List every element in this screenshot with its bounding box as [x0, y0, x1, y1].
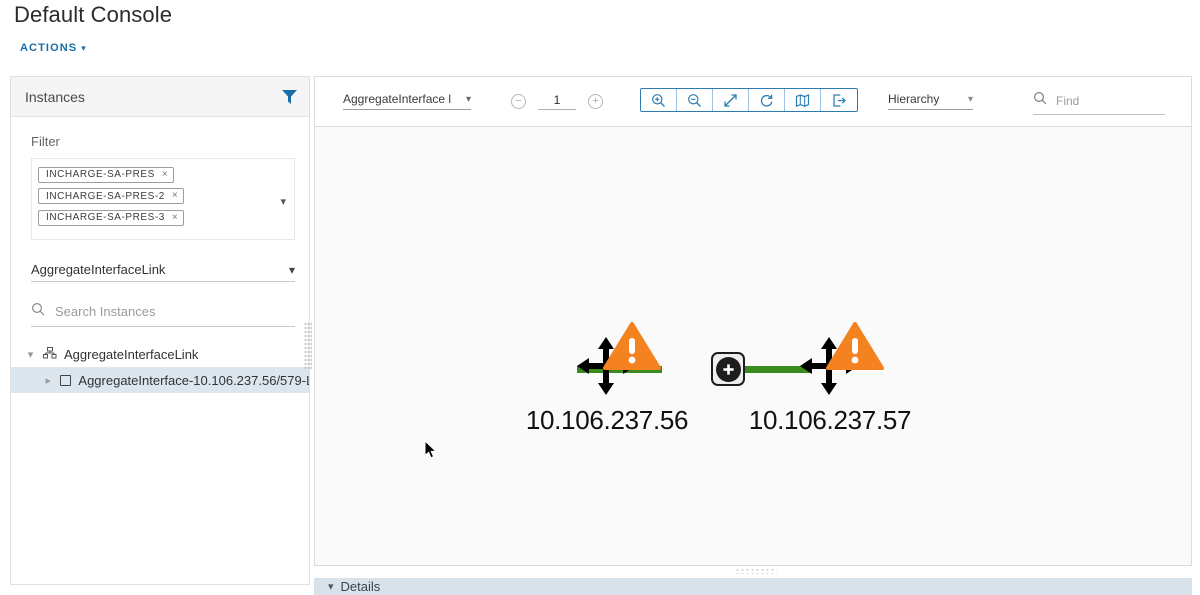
checkbox-icon[interactable] — [60, 374, 72, 386]
tree-row-label: AggregateInterfaceLink — [64, 346, 199, 362]
topology-canvas[interactable]: 10.106.237.56 10.106.237.57 — [315, 127, 1191, 565]
filter-chip[interactable]: INCHARGE-SA-PRES × — [38, 166, 175, 183]
details-panel-header[interactable]: ▾ Details — [314, 578, 1192, 595]
move-arrows-icon — [796, 337, 862, 403]
close-icon[interactable]: × — [162, 169, 168, 180]
export-icon[interactable] — [821, 89, 857, 111]
app-root: Default Console ACTIONS ▾ Instances Filt… — [0, 0, 1200, 595]
close-icon[interactable]: × — [172, 191, 178, 201]
instances-panel-title: Instances — [25, 88, 85, 105]
page-title: Default Console — [14, 2, 173, 27]
find-field[interactable] — [1033, 91, 1200, 115]
class-select-value: AggregateInterfaceLink — [31, 262, 166, 277]
chevron-down-icon: ▾ — [465, 93, 471, 105]
stepper-value[interactable]: 1 — [538, 93, 576, 110]
instances-panel: Instances Filter INCHARGE-SA-PRES × INCH… — [10, 76, 310, 585]
find-input[interactable] — [1054, 92, 1200, 109]
fit-to-screen-icon[interactable] — [713, 89, 749, 111]
chip-label: INCHARGE-SA-PRES-3 — [46, 212, 165, 223]
chip-label: INCHARGE-SA-PRES-2 — [46, 190, 165, 202]
search-icon — [31, 302, 45, 321]
chevron-right-icon[interactable]: ▸ — [43, 374, 53, 387]
plus-icon — [715, 356, 741, 382]
node-label: 10.106.237.57 — [748, 405, 912, 435]
toolbar-icon-group — [640, 88, 858, 112]
increment-button[interactable]: + — [588, 94, 603, 109]
tree-row[interactable]: ▸ AggregateInterface-10.106.237.56/579-L… — [11, 367, 309, 393]
layout-select-value: Hierarchy — [888, 92, 940, 106]
chevron-down-icon: ▾ — [288, 262, 295, 277]
search-instances-field[interactable] — [31, 302, 295, 327]
funnel-icon[interactable] — [282, 89, 297, 104]
tree-row[interactable]: ▾ AggregateInterfaceLink — [11, 341, 309, 367]
chevron-down-icon[interactable]: ▾ — [280, 195, 286, 208]
refresh-icon[interactable] — [749, 89, 785, 111]
chevron-down-icon: ▾ — [81, 42, 87, 53]
chevron-down-icon[interactable]: ▾ — [25, 348, 36, 361]
panel-resize-handle-horizontal[interactable] — [735, 568, 777, 574]
toolbar-class-filter-value: AggregateInterface l — [343, 92, 452, 106]
panel-resize-handle-vertical[interactable] — [304, 322, 312, 370]
move-arrows-icon — [573, 337, 639, 403]
topology-node[interactable]: 10.106.237.57 — [749, 322, 911, 435]
chevron-down-icon: ▾ — [967, 93, 973, 105]
instances-tree: ▾ AggregateInterfaceLink ▸ AggregateInte… — [11, 341, 309, 393]
warning-triangle-icon[interactable] — [603, 321, 661, 376]
chip-label: INCHARGE-SA-PRES — [46, 169, 155, 180]
hierarchy-icon — [43, 346, 57, 362]
class-select[interactable]: AggregateInterfaceLink ▾ — [31, 262, 295, 282]
details-label: Details — [340, 579, 381, 594]
link-expander-button[interactable] — [711, 352, 745, 386]
filter-chips-container: INCHARGE-SA-PRES × INCHARGE-SA-PRES-2 × … — [31, 158, 295, 240]
warning-triangle-icon[interactable] — [826, 321, 884, 376]
depth-stepper: − 1 + — [511, 93, 603, 110]
close-icon[interactable]: × — [172, 212, 178, 223]
filter-chip[interactable]: INCHARGE-SA-PRES-2 × — [38, 188, 185, 204]
chevron-down-icon[interactable]: ▾ — [328, 580, 334, 593]
actions-label: ACTIONS — [20, 42, 78, 54]
search-instances-input[interactable] — [53, 303, 295, 320]
layout-select[interactable]: Hierarchy ▾ — [888, 92, 973, 110]
topology-panel: AggregateInterface l ▾ − 1 + Hierarchy ▾… — [314, 76, 1200, 566]
zoom-out-icon[interactable] — [677, 89, 713, 111]
zoom-in-icon[interactable] — [641, 89, 677, 111]
instances-panel-header: Instances — [11, 77, 309, 117]
node-label: 10.106.237.56 — [525, 405, 689, 435]
topology-node[interactable]: 10.106.237.56 — [526, 322, 688, 435]
topology-toolbar: AggregateInterface l ▾ − 1 + Hierarchy ▾… — [315, 77, 1200, 127]
map-icon[interactable] — [785, 89, 821, 111]
search-icon — [1033, 91, 1047, 110]
actions-menu-button[interactable]: ACTIONS ▾ — [20, 42, 87, 54]
decrement-button[interactable]: − — [511, 94, 526, 109]
toolbar-class-filter-select[interactable]: AggregateInterface l ▾ — [343, 92, 471, 110]
filter-chip[interactable]: INCHARGE-SA-PRES-3 × — [38, 209, 185, 226]
mouse-pointer-icon — [424, 439, 438, 465]
filter-label: Filter — [31, 134, 60, 149]
tree-row-label: AggregateInterface-10.106.237.56/579-LA — [78, 372, 309, 388]
